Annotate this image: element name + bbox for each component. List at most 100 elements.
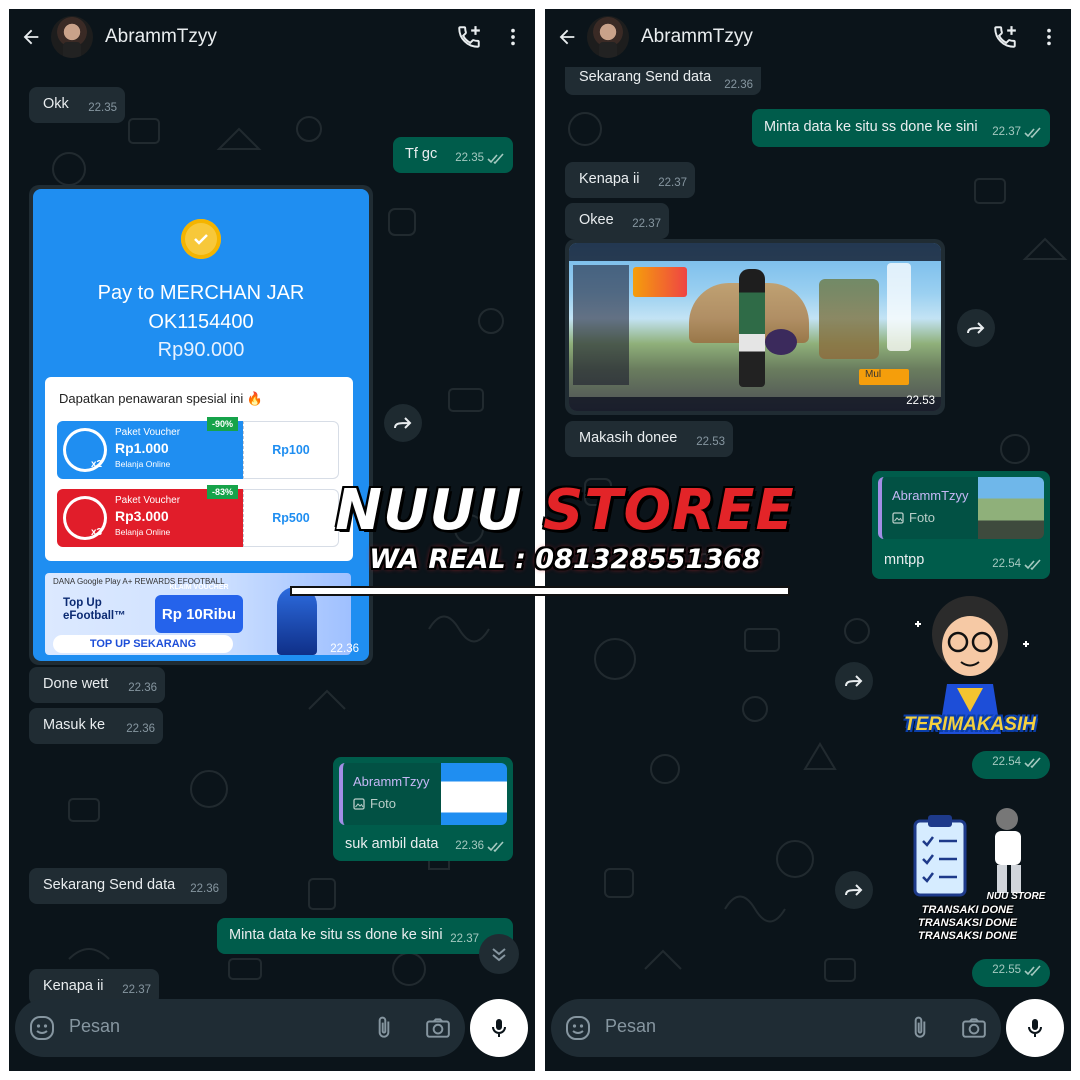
message-input[interactable]: Pesan — [69, 1016, 120, 1037]
message-time: 22.54 — [992, 555, 1042, 574]
microphone-icon — [1028, 1019, 1042, 1037]
message-composer: Pesan — [15, 999, 465, 1057]
forward-icon — [845, 675, 863, 687]
chat-header: AbrammTzyy — [9, 9, 535, 65]
forward-icon — [967, 322, 985, 334]
sticker-icon[interactable] — [29, 1015, 55, 1041]
quoted-message[interactable]: AbrammTzyy Foto — [878, 477, 1044, 539]
game-screenshot: Mul 22.53 — [569, 243, 941, 411]
reply-message-bubble[interactable]: AbrammTzyy Foto mntpp 22.54 — [872, 471, 1050, 579]
message-time: 22.36 — [330, 643, 359, 655]
attach-icon[interactable] — [907, 1015, 933, 1041]
phone-plus-icon — [458, 26, 480, 48]
message-bubble[interactable]: Okee 22.37 — [565, 203, 669, 239]
message-bubble[interactable]: Sekarang Send data 22.36 — [565, 67, 761, 95]
forward-button[interactable] — [835, 662, 873, 700]
voice-record-button[interactable] — [470, 999, 528, 1057]
message-bubble[interactable]: Tf gc 22.35 — [393, 137, 513, 173]
message-time: 22.37 — [122, 984, 151, 996]
sticker-caption: TERIMAKASIH — [904, 714, 1036, 735]
more-options-button[interactable] — [1027, 9, 1071, 65]
message-bubble[interactable]: Okk 22.35 — [29, 87, 125, 123]
camera-icon[interactable] — [425, 1015, 451, 1041]
quoted-sender: AbrammTzyy — [353, 774, 430, 789]
camera-icon[interactable] — [961, 1015, 987, 1041]
avatar[interactable] — [51, 16, 93, 58]
receipt-title: Pay to MERCHAN JAR OK1154400 — [97, 282, 305, 333]
top-up-button[interactable]: TOP UP SEKARANG — [53, 635, 233, 653]
sticker-transaction-done[interactable]: NUU STORE TRANSAKI DONE TRANSAKSI DONE T… — [885, 799, 1050, 949]
message-text: Makasih donee — [579, 430, 678, 446]
voucher-item[interactable]: x3 Paket Voucher Rp3.000 Belanja Online … — [57, 485, 339, 547]
message-text: Done wett — [43, 676, 109, 692]
double-check-icon — [487, 152, 504, 164]
message-bubble[interactable]: Done wett 22.36 — [29, 667, 165, 703]
contact-name[interactable]: AbrammTzyy — [641, 26, 983, 48]
message-time: 22.35 — [88, 102, 117, 114]
quoted-thumbnail — [978, 477, 1044, 539]
forward-button[interactable] — [384, 404, 422, 442]
quoted-type: Foto — [909, 510, 936, 525]
watermark-underline — [290, 586, 790, 596]
quoted-sender: AbrammTzyy — [892, 488, 969, 503]
add-call-button[interactable] — [983, 9, 1027, 65]
message-bubble[interactable]: Masuk ke 22.36 — [29, 708, 163, 744]
voucher-price: Rp500 — [243, 489, 339, 547]
sticker-line: TRANSAKSI DONE — [917, 930, 1017, 942]
quoted-message[interactable]: AbrammTzyy Foto — [339, 763, 507, 825]
voucher-item[interactable]: x2 Paket Voucher Rp1.000 Belanja Online … — [57, 417, 339, 479]
contact-name[interactable]: AbrammTzyy — [105, 26, 447, 48]
store-watermark: NUUU STOREE WA REAL : 081328551368 — [290, 478, 800, 603]
double-check-icon — [1024, 558, 1041, 570]
more-options-button[interactable] — [491, 9, 535, 65]
attach-icon[interactable] — [371, 1015, 397, 1041]
message-bubble[interactable]: Makasih donee 22.53 — [565, 421, 733, 457]
forward-button[interactable] — [957, 309, 995, 347]
message-bubble[interactable]: Minta data ke situ ss done ke sini 22.37 — [752, 109, 1050, 147]
forward-button[interactable] — [835, 871, 873, 909]
double-check-icon — [1024, 756, 1041, 768]
message-text: Minta data ke situ ss done ke sini — [229, 927, 443, 943]
photo-icon — [353, 797, 365, 810]
forward-icon — [845, 884, 863, 896]
message-text: Okk — [43, 96, 69, 112]
message-time: 22.36 — [724, 79, 753, 91]
avatar[interactable] — [587, 16, 629, 58]
message-text: mntpp — [884, 552, 925, 568]
message-time: 22.35 — [455, 149, 505, 168]
forward-icon — [394, 417, 412, 429]
microphone-icon — [492, 1019, 506, 1037]
scroll-down-button[interactable] — [479, 934, 519, 974]
message-time: 22.37 — [632, 218, 661, 230]
sticker-line: TRANSAKSI DONE — [917, 917, 1017, 929]
message-composer: Pesan — [551, 999, 1001, 1057]
message-time: 22.53 — [906, 395, 935, 407]
message-time: 22.36 — [128, 682, 157, 694]
sticker-line: TRANSAKI DONE — [921, 904, 1014, 916]
back-button[interactable] — [11, 9, 51, 65]
message-bubble[interactable]: Sekarang Send data 22.36 — [29, 868, 227, 904]
message-time: 22.36 — [126, 723, 155, 735]
watermark-title: NUUU STOREE — [335, 478, 795, 543]
receipt-amount: Rp90.000 — [157, 339, 245, 361]
back-button[interactable] — [547, 9, 587, 65]
message-text: Minta data ke situ ss done ke sini — [764, 119, 978, 135]
offer-heading: Dapatkan penawaran spesial ini 🔥 — [59, 391, 264, 406]
message-input[interactable]: Pesan — [605, 1016, 656, 1037]
sticker-brand: NUU STORE — [986, 891, 1046, 902]
reply-message-bubble[interactable]: AbrammTzyy Foto suk ambil data 22.36 — [333, 757, 513, 861]
chat-header: AbrammTzyy — [545, 9, 1071, 65]
voice-record-button[interactable] — [1006, 999, 1064, 1057]
sticker-icon[interactable] — [565, 1015, 591, 1041]
message-text: Sekarang Send data — [43, 877, 176, 893]
sticker-thank-you[interactable]: TERIMAKASIH — [895, 584, 1045, 754]
more-vertical-icon — [511, 28, 515, 46]
message-bubble[interactable]: Minta data ke situ ss done ke sini 22.37 — [217, 918, 513, 954]
message-time: 22.36 — [190, 883, 219, 895]
message-bubble[interactable]: Kenapa ii 22.37 — [565, 162, 695, 198]
message-text: suk ambil data — [345, 836, 439, 852]
image-message[interactable]: Mul 22.53 — [565, 239, 945, 415]
coin-check-icon — [181, 219, 221, 259]
add-call-button[interactable] — [447, 9, 491, 65]
message-text: Masuk ke — [43, 717, 106, 733]
